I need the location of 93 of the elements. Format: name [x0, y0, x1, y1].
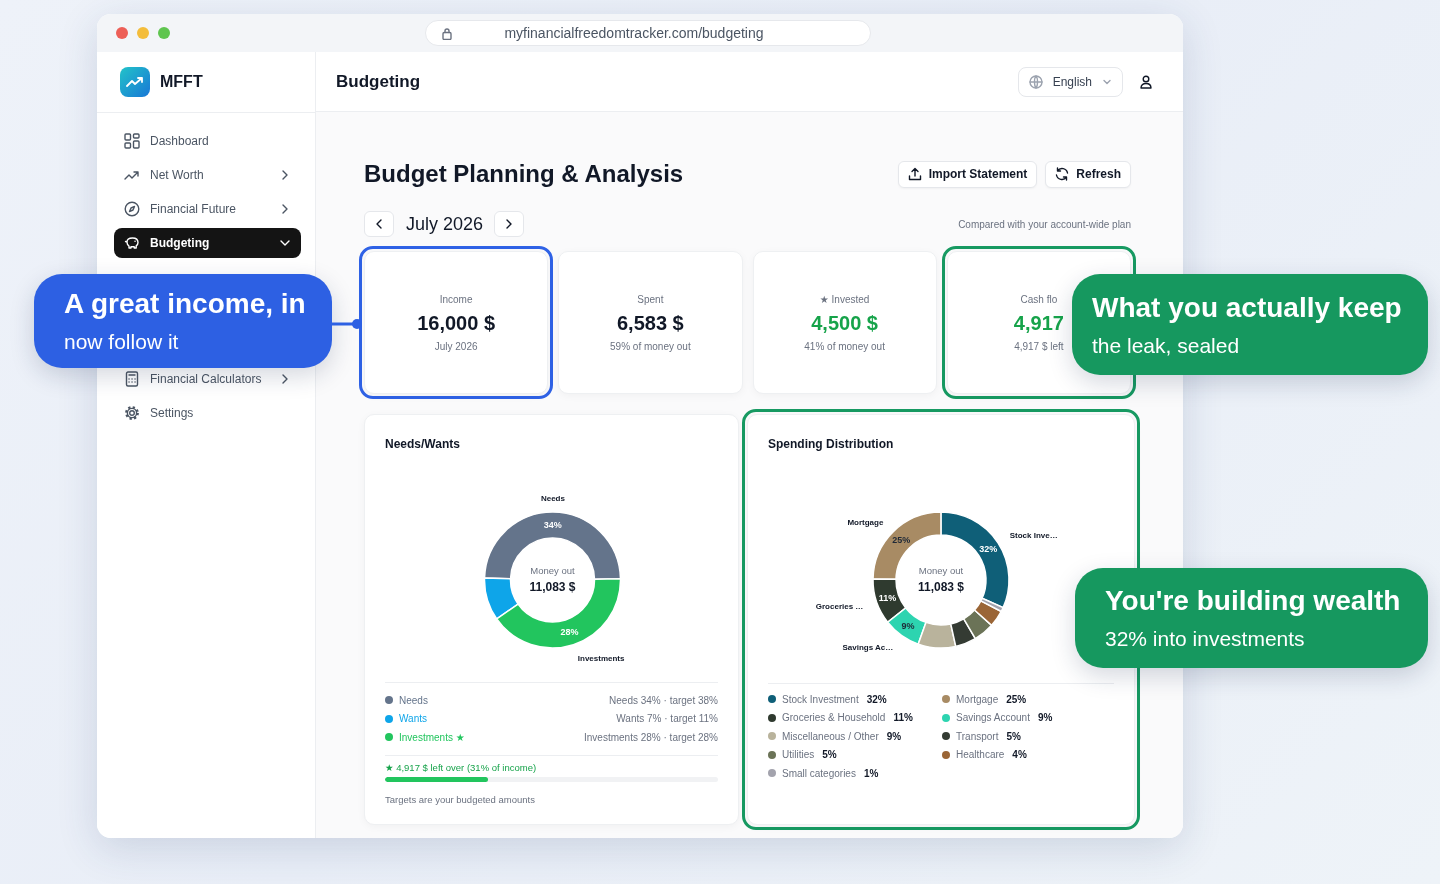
legend-value: 9% — [1037, 712, 1053, 724]
legend-value: 32% — [866, 693, 887, 705]
next-month-button[interactable] — [494, 211, 525, 237]
refresh-icon — [1055, 167, 1070, 181]
leftover-text: ★ 4,917 $ left over (31% of income) — [385, 761, 538, 773]
callout-subtitle: the leak, sealed — [1092, 333, 1241, 358]
window-close-button[interactable] — [116, 27, 128, 39]
window-maximize-button[interactable] — [158, 27, 170, 39]
panel-title: Needs/Wants — [385, 437, 461, 451]
page-title: Budget Planning & Analysis — [364, 160, 684, 188]
slice-label: Needs — [540, 494, 565, 503]
center-value: 11,083 $ — [917, 580, 965, 594]
callout-title: What you actually keep — [1092, 291, 1403, 324]
callout-subtitle: 32% into investments — [1105, 627, 1306, 651]
value-label: 9% — [901, 620, 915, 631]
value-label: 25% — [892, 534, 911, 545]
month-label: July 2026 — [406, 213, 484, 235]
legend-value: 11% — [893, 712, 913, 724]
comparison-note: Compared with your account-wide plan — [958, 218, 1131, 230]
stat-caption: July 2026 — [434, 340, 478, 352]
panel-title: Spending Distribution — [768, 437, 895, 451]
slice-label: Stock Inve… — [1009, 531, 1058, 541]
stat-caption: 4,917 $ left — [1014, 340, 1064, 352]
action-button[interactable]: Refresh — [1045, 160, 1131, 188]
nav-item[interactable]: Net Worth — [114, 160, 301, 190]
center-value: 11,083 $ — [529, 580, 576, 594]
value-label: 34% — [543, 520, 562, 530]
stat-value: 6,583 $ — [617, 311, 684, 335]
action-button[interactable]: Import Statement — [897, 160, 1038, 188]
stat-label: Cash flo — [1020, 293, 1058, 305]
previous-month-button[interactable] — [364, 211, 394, 237]
stat-caption: 41% of money out — [804, 340, 885, 352]
legend-label: Stock Investment — [782, 693, 859, 705]
lock-icon — [442, 26, 452, 40]
globe-icon — [1028, 74, 1043, 89]
value-label: 32% — [979, 544, 998, 555]
gear-icon — [124, 405, 140, 421]
grid-icon — [124, 133, 140, 149]
legend-value: 4% — [1012, 749, 1027, 761]
callout-title: A great income, in — [64, 288, 307, 320]
page-heading: Budgeting — [336, 71, 422, 92]
stat-label: ★ Invested — [819, 293, 870, 305]
value-label: 28% — [560, 627, 579, 638]
legend-label: Transport — [956, 730, 999, 742]
stat-value: 4,500 $ — [811, 311, 878, 335]
slice-label: Mortgage — [847, 517, 884, 527]
nav-item[interactable]: Settings — [114, 398, 301, 428]
legend-detail: Needs 34% · target 38% — [609, 694, 718, 706]
center-label: Money out — [530, 565, 575, 576]
legend-value: 25% — [1006, 693, 1027, 705]
footnote: Targets are your budgeted amounts — [385, 793, 536, 805]
legend-detail: Wants 7% · target 11% — [616, 713, 718, 725]
stat-value: 4,917 — [1013, 311, 1064, 335]
legend-label: Savings Account — [956, 712, 1030, 724]
legend-label: Small categories — [782, 767, 856, 779]
legend-label: Miscellaneous / Other — [782, 730, 879, 742]
slice-label: Investments — [577, 654, 625, 663]
legend-detail: Investments 28% · target 28% — [584, 731, 718, 743]
piggy-bank-icon — [124, 235, 140, 251]
legend-label: Wants — [399, 713, 428, 725]
legend-label: Groceries & Household — [782, 712, 886, 724]
upload-icon — [907, 167, 922, 181]
legend-label: Needs — [399, 694, 429, 706]
user-icon[interactable] — [1139, 74, 1153, 89]
nav-item[interactable]: Budgeting — [114, 228, 301, 258]
callout-title: You're building wealth — [1105, 585, 1402, 617]
value-label: 11% — [878, 593, 897, 604]
legend-label: Healthcare — [956, 749, 1005, 761]
legend-value: 5% — [1006, 730, 1021, 742]
legend-label: Investments ★ — [399, 731, 466, 743]
slice-label: Savings Ac… — [842, 642, 894, 652]
language-select[interactable]: English — [1017, 66, 1123, 97]
legend-label: Mortgage — [956, 693, 999, 705]
trend-logo-icon — [120, 67, 150, 97]
callout-subtitle: now follow it — [64, 330, 180, 354]
brand-name: MFFT — [160, 73, 203, 91]
nav-item[interactable]: Financial Future — [114, 194, 301, 224]
nav-item[interactable]: Dashboard — [114, 126, 301, 156]
legend-value: 1% — [863, 767, 879, 779]
nav-item[interactable]: Financial Calculators — [114, 364, 301, 394]
stat-label: Spent — [637, 293, 664, 305]
stat-caption: 59% of money out — [610, 340, 691, 352]
center-label: Money out — [918, 565, 964, 576]
legend-value: 9% — [886, 730, 902, 742]
compass-icon — [124, 201, 140, 217]
stat-label: Income — [439, 293, 473, 305]
address-bar[interactable]: myfinancialfreedomtracker.com/budgeting — [425, 20, 871, 46]
slice-label: Groceries … — [815, 602, 864, 612]
legend-label: Utilities — [782, 749, 815, 761]
stat-value: 16,000 $ — [417, 311, 496, 335]
window-minimize-button[interactable] — [137, 27, 149, 39]
calculator-icon — [124, 371, 140, 387]
legend-value: 5% — [822, 749, 837, 761]
